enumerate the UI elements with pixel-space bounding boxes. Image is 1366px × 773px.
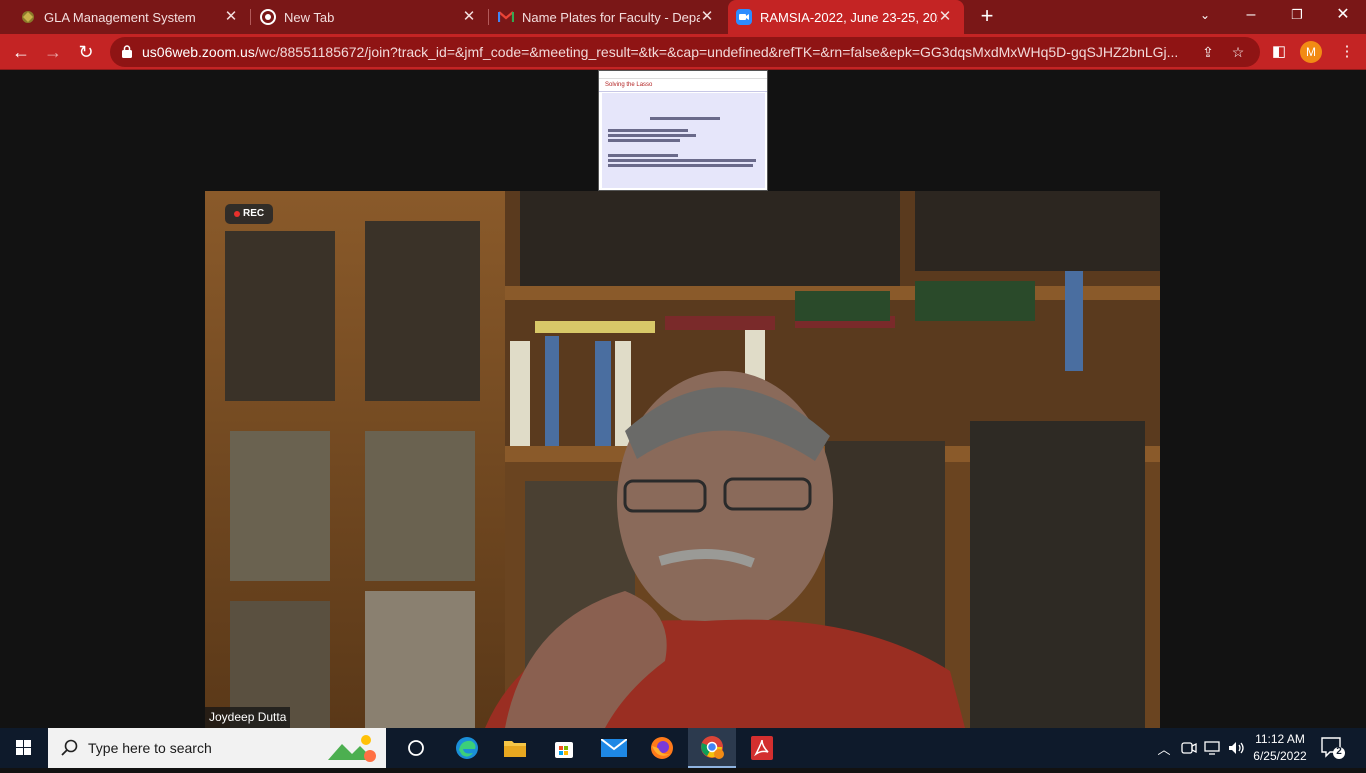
new-tab-button[interactable]: + — [975, 5, 999, 29]
record-dot-icon — [234, 211, 240, 217]
url-host: us06web.zoom.us — [142, 44, 255, 60]
slide-header — [599, 71, 767, 79]
mail-icon[interactable] — [590, 728, 638, 768]
chrome-icon — [260, 9, 276, 25]
profile-avatar[interactable]: M — [1300, 41, 1322, 63]
volume-icon[interactable] — [1226, 728, 1248, 768]
tab-ramsia-zoom[interactable]: RAMSIA-2022, June 23-25, 2022 - Z ✕ — [728, 0, 964, 34]
notification-count: 2 — [1336, 746, 1342, 757]
tab-title: RAMSIA-2022, June 23-25, 2022 - Z — [760, 9, 938, 25]
url-text: us06web.zoom.us/wc/88551185672/join?trac… — [142, 44, 1192, 60]
tab-title: Name Plates for Faculty - Departm — [522, 9, 700, 25]
participant-name-tag: Joydeep Dutta — [205, 707, 291, 728]
tab-new-tab[interactable]: New Tab ✕ — [252, 0, 488, 34]
forward-arrow-icon[interactable]: → — [40, 39, 66, 65]
close-icon[interactable]: ✕ — [698, 8, 716, 26]
clock-date: 6/25/2022 — [1253, 749, 1307, 763]
kebab-menu-icon[interactable]: ⋮ — [1336, 41, 1358, 63]
clock-time: 11:12 AM — [1255, 732, 1305, 746]
windows-taskbar: Type here to search ︿ 11:12 AM 6/25/2022 — [0, 728, 1366, 768]
search-icon — [60, 738, 80, 758]
bookmark-star-icon[interactable]: ☆ — [1229, 43, 1247, 61]
show-hidden-icons-chevron-icon[interactable]: ︿ — [1154, 728, 1174, 768]
browser-tab-strip: GLA Management System ✕ New Tab ✕ Name P… — [0, 0, 1366, 34]
tab-search-icon[interactable]: ⌄ — [1182, 0, 1228, 34]
video-frame-image — [205, 191, 1160, 728]
gla-favicon-icon — [20, 9, 36, 25]
shared-screen-thumbnail[interactable]: Solving the Lasso — [598, 70, 768, 191]
taskbar-search-box[interactable]: Type here to search — [48, 728, 386, 768]
tab-title: New Tab — [284, 9, 335, 25]
participant-video[interactable] — [205, 191, 1160, 728]
close-icon[interactable]: ✕ — [936, 8, 954, 26]
file-explorer-icon[interactable] — [491, 728, 539, 768]
gmail-icon — [498, 9, 514, 25]
slide-body — [602, 93, 765, 188]
tab-title: GLA Management System — [44, 9, 196, 25]
close-window-button[interactable]: ✕ — [1320, 0, 1366, 34]
microsoft-store-icon[interactable] — [540, 728, 588, 768]
close-icon[interactable]: ✕ — [222, 8, 240, 26]
browser-toolbar: ← → ↻ us06web.zoom.us/wc/88551185672/joi… — [0, 34, 1366, 70]
rec-label: REC — [243, 208, 265, 219]
system-clock[interactable]: 11:12 AM 6/25/2022 — [1246, 731, 1314, 765]
slide-title: Solving the Lasso — [599, 79, 767, 92]
meet-now-icon[interactable] — [1178, 728, 1200, 768]
notification-center-icon[interactable]: 2 — [1320, 736, 1346, 760]
back-arrow-icon[interactable]: ← — [8, 39, 34, 65]
side-panel-icon[interactable]: ◧ — [1268, 41, 1290, 63]
chrome-taskbar-icon[interactable] — [688, 728, 736, 768]
reload-icon[interactable]: ↻ — [73, 39, 99, 65]
network-icon[interactable] — [1202, 728, 1224, 768]
firefox-icon[interactable] — [638, 728, 686, 768]
close-icon[interactable]: ✕ — [460, 8, 478, 26]
search-placeholder: Type here to search — [88, 740, 212, 756]
tab-gla-management[interactable]: GLA Management System ✕ — [0, 0, 250, 34]
search-highlight-icon — [326, 732, 378, 764]
zoom-icon — [736, 9, 752, 25]
windows-start-icon[interactable] — [0, 728, 48, 768]
restore-button[interactable]: ❐ — [1274, 0, 1320, 34]
acrobat-reader-icon[interactable] — [738, 728, 786, 768]
address-bar[interactable]: us06web.zoom.us/wc/88551185672/join?trac… — [110, 37, 1260, 67]
minimize-button[interactable]: – — [1228, 0, 1274, 34]
edge-icon[interactable] — [443, 728, 491, 768]
share-icon[interactable]: ⇪ — [1199, 43, 1217, 61]
zoom-meeting-area: Solving the Lasso REC Joydeep Dutta — [0, 70, 1366, 728]
task-view-icon[interactable] — [392, 728, 440, 768]
recording-badge: REC — [225, 204, 273, 224]
lock-icon — [122, 45, 132, 58]
tab-gmail-name-plates[interactable]: Name Plates for Faculty - Departm ✕ — [490, 0, 726, 34]
url-path: /wc/88551185672/join?track_id=&jmf_code=… — [254, 44, 1179, 60]
